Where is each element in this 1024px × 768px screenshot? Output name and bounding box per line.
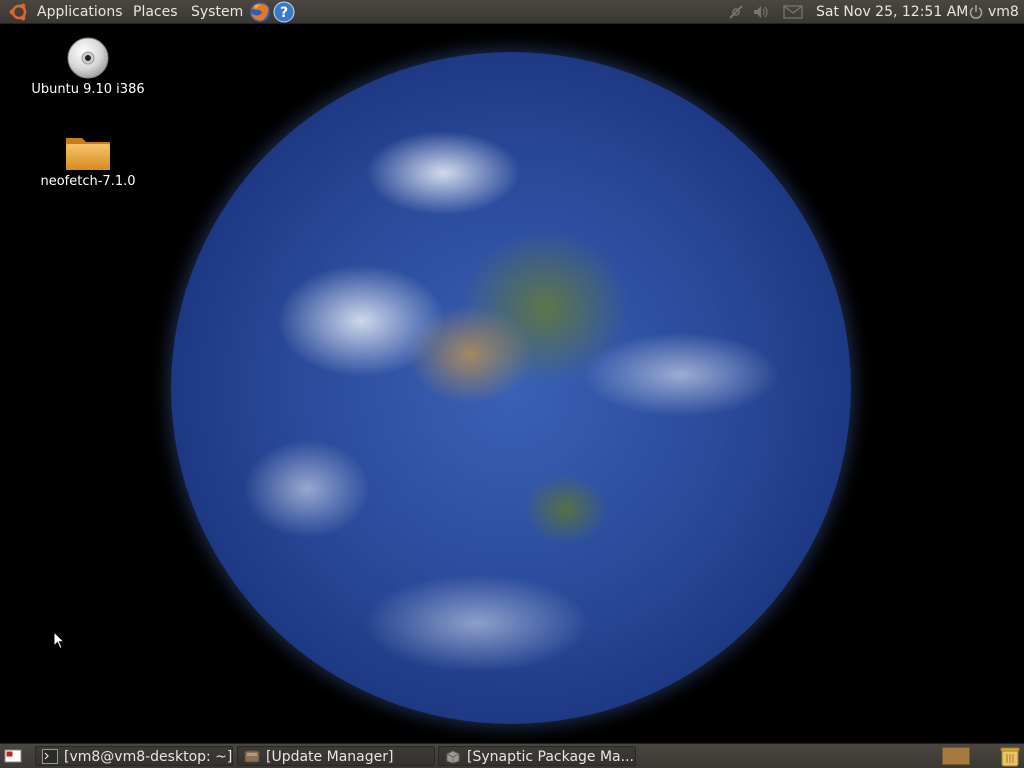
applications-menu[interactable]: Applications: [37, 0, 123, 24]
power-icon[interactable]: [969, 4, 983, 20]
desktop-icon-neofetch-folder[interactable]: neofetch-7.1.0: [28, 132, 148, 189]
top-panel: Applications Places System ? Sat Nov 25,…: [0, 0, 1024, 24]
trash-icon[interactable]: [999, 745, 1021, 767]
places-menu[interactable]: Places: [133, 0, 178, 24]
volume-icon[interactable]: [752, 3, 770, 21]
terminal-icon: [42, 749, 58, 764]
taskbar-item-label: [Update Manager]: [266, 749, 394, 765]
firefox-icon[interactable]: [248, 0, 272, 24]
show-desktop-icon[interactable]: [4, 748, 22, 764]
help-icon[interactable]: ?: [273, 1, 295, 23]
earth-wallpaper: [171, 52, 851, 724]
update-manager-icon: [244, 750, 260, 763]
desktop-icon-label: neofetch-7.1.0: [40, 174, 136, 189]
bottom-panel: [vm8@vm8-desktop: ~] [Update Manager] [S…: [0, 743, 1024, 768]
workspace-switcher[interactable]: [942, 747, 970, 765]
taskbar-item-label: [Synaptic Package Ma...: [467, 749, 634, 765]
taskbar-item-label: [vm8@vm8-desktop: ~]: [64, 749, 233, 765]
mouse-pointer-icon: [53, 631, 65, 650]
mail-icon[interactable]: [783, 3, 803, 21]
user-menu[interactable]: vm8: [988, 0, 1019, 24]
synaptic-icon: [446, 750, 460, 764]
cdrom-icon: [67, 37, 109, 79]
svg-text:?: ?: [280, 5, 288, 21]
desktop-icon-ubuntu-cd[interactable]: Ubuntu 9.10 i386: [28, 36, 148, 97]
desktop-screen: Applications Places System ? Sat Nov 25,…: [0, 0, 1024, 768]
desktop-icon-label: Ubuntu 9.10 i386: [31, 82, 145, 97]
taskbar-item-synaptic[interactable]: [Synaptic Package Ma...: [438, 746, 636, 766]
network-icon[interactable]: [727, 3, 745, 21]
ubuntu-logo-icon[interactable]: [8, 2, 30, 22]
clock[interactable]: Sat Nov 25, 12:51 AM: [816, 0, 968, 24]
taskbar-item-terminal[interactable]: [vm8@vm8-desktop: ~]: [35, 746, 233, 766]
system-menu[interactable]: System: [191, 0, 243, 24]
taskbar-item-update-manager[interactable]: [Update Manager]: [237, 746, 435, 766]
folder-icon: [66, 138, 110, 170]
